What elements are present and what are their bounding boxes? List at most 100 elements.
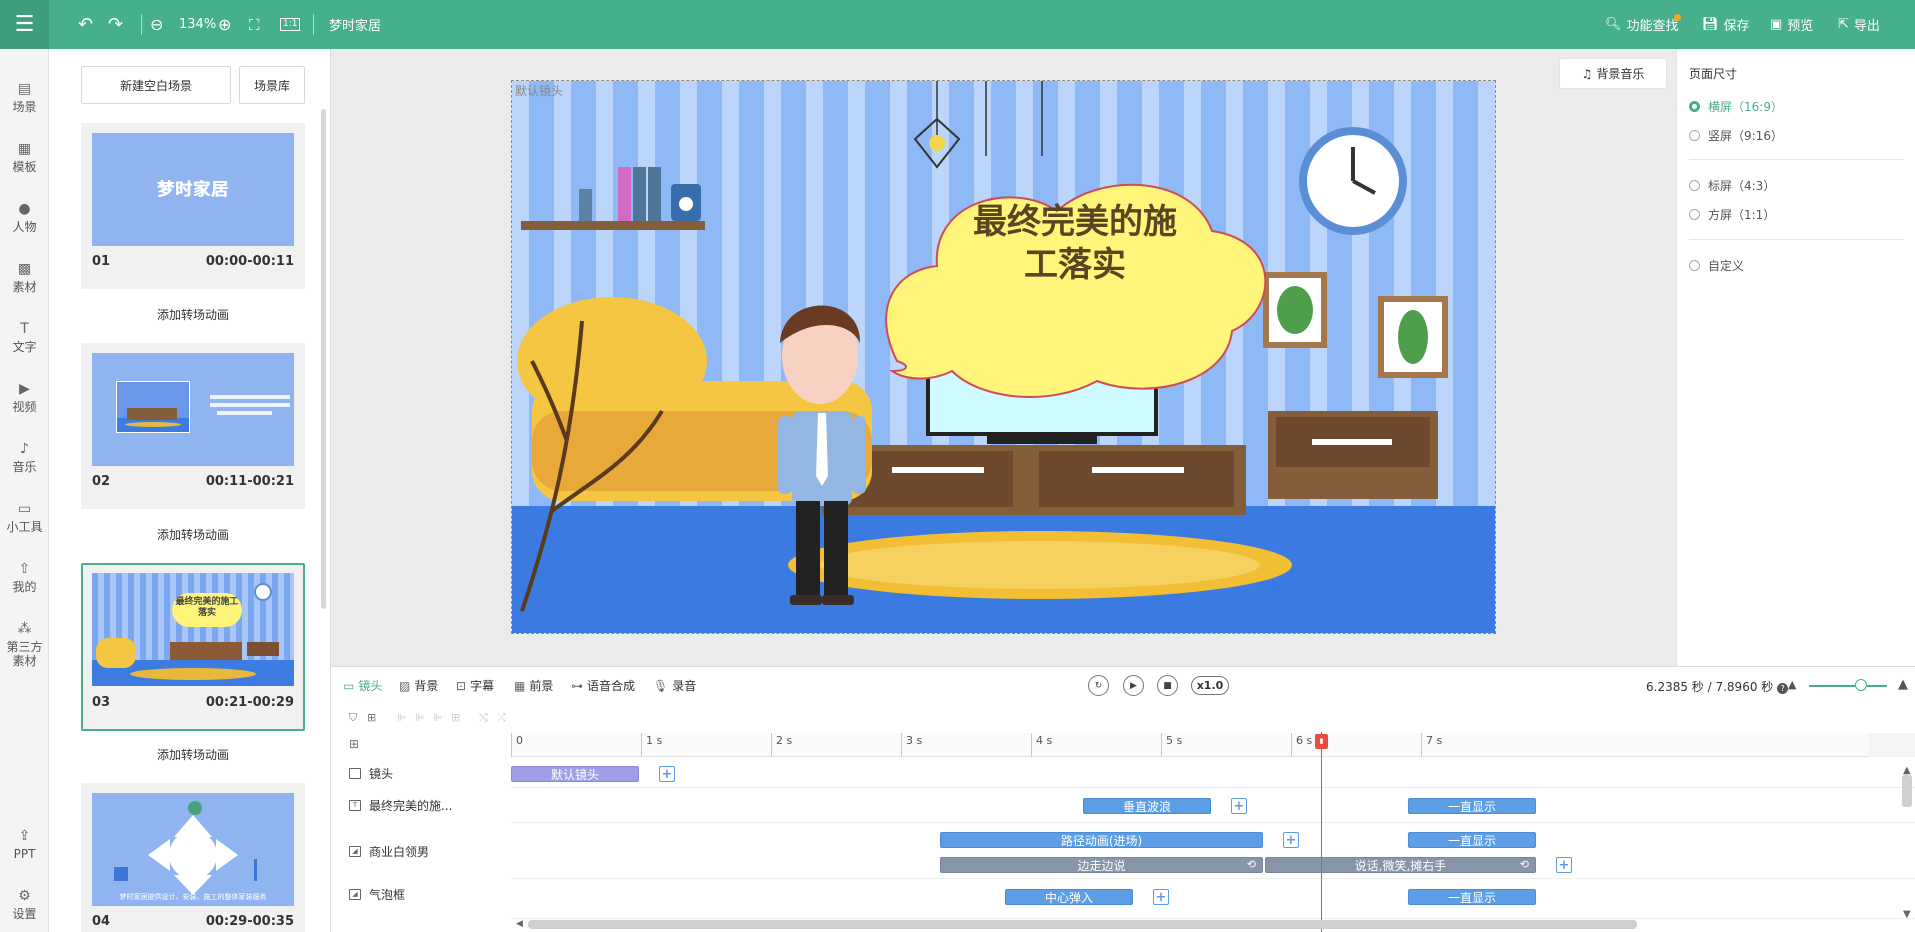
tab-foreground[interactable]: ▦ 前景: [514, 677, 553, 694]
page-size-option-custom[interactable]: 自定义: [1689, 257, 1744, 274]
play-icon[interactable]: ▶: [1123, 675, 1144, 696]
scene-panel-scrollbar[interactable]: [321, 109, 326, 609]
track-camera[interactable]: 镜头: [331, 758, 511, 788]
timeline-clip[interactable]: 边走边说 ⟲: [940, 857, 1263, 873]
fit-screen-icon[interactable]: ⛶: [249, 0, 260, 49]
sidebar-item-third-party[interactable]: ⁂ 第三方 素材: [0, 621, 49, 669]
scene-canvas[interactable]: 默认镜头 最终完美的施 工落实: [511, 80, 1496, 634]
actual-size-icon[interactable]: 1:1: [280, 0, 301, 49]
scroll-down-icon[interactable]: ▼: [1903, 909, 1911, 920]
timeline-vertical-scrollbar[interactable]: [1902, 775, 1912, 807]
page-size-option-4-3[interactable]: 标屏（4:3）: [1689, 177, 1775, 194]
add-animation-button[interactable]: +: [1556, 857, 1572, 873]
track-layers-icon[interactable]: ⊞: [349, 737, 359, 751]
loop-icon: ⟲: [1519, 858, 1529, 871]
third-party-icon: ⁂: [17, 621, 32, 637]
scene-card-02[interactable]: 02 00:11-00:21: [81, 343, 305, 509]
help-icon[interactable]: ?: [1777, 683, 1789, 694]
add-transition-link[interactable]: 添加转场动画: [81, 306, 305, 323]
timeline-clip[interactable]: 一直显示: [1408, 832, 1536, 848]
sidebar-item-scene[interactable]: ▤ 场景: [0, 82, 49, 115]
save-button[interactable]: 💾︎ 保存: [1702, 0, 1750, 49]
feature-search-button[interactable]: 🔍︎ 功能查找: [1605, 0, 1679, 49]
sidebar-item-mine[interactable]: ⇧ 我的: [0, 562, 49, 595]
add-animation-button[interactable]: +: [659, 766, 675, 782]
page-size-option-16-9[interactable]: 横屏（16:9）: [1689, 98, 1783, 115]
project-name[interactable]: 梦时家居: [329, 0, 381, 49]
tab-camera[interactable]: ▭ 镜头: [343, 677, 382, 694]
tab-tts[interactable]: ⊶ 语音合成: [571, 677, 635, 694]
zoom-out-icon[interactable]: ⊖: [150, 0, 163, 49]
timeline-clip[interactable]: 垂直波浪: [1083, 798, 1211, 814]
video-icon: ▶: [19, 381, 30, 397]
playhead-handle[interactable]: ▮: [1315, 734, 1328, 749]
track-character[interactable]: ◢ 商业白领男: [331, 823, 511, 879]
align-right-icon[interactable]: ⊫: [433, 711, 443, 724]
timeline-clip[interactable]: 路径动画(进场): [940, 832, 1263, 848]
sidebar-item-template[interactable]: ▦ 模板: [0, 142, 49, 175]
group-icon[interactable]: ⊞: [367, 711, 376, 724]
menu-icon[interactable]: ☰: [0, 0, 49, 49]
ruler-tick-label: 2 s: [771, 733, 792, 757]
sidebar-item-music[interactable]: ♪ 音乐: [0, 442, 49, 475]
add-transition-link[interactable]: 添加转场动画: [81, 526, 305, 543]
timeline-zoom-slider[interactable]: [1809, 685, 1887, 687]
timeline-ruler[interactable]: 0 1 s 2 s 3 s 4 s 5 s 6 s 7 s: [511, 733, 1915, 757]
scene-time: 00:00-00:11: [205, 254, 294, 269]
playback-speed[interactable]: x1.0: [1191, 676, 1229, 695]
add-animation-button[interactable]: +: [1283, 832, 1299, 848]
arrows-diagram: [114, 815, 257, 895]
ruler-tick-label: 4 s: [1031, 733, 1052, 757]
page-size-option-1-1[interactable]: 方屏（1:1）: [1689, 206, 1775, 223]
scene-card-01[interactable]: 梦时家居 01 00:00-00:11: [81, 123, 305, 289]
search-icon: 🔍︎: [1605, 17, 1622, 32]
tab-subtitle[interactable]: ⊡ 字幕: [456, 677, 494, 694]
add-animation-button[interactable]: +: [1153, 889, 1169, 905]
scene-card-04[interactable]: 梦时家居提供设计、安装、施工的整体家装服务 04 00:29-00:35: [81, 783, 305, 932]
align-left-icon[interactable]: ⊫: [397, 711, 407, 724]
new-blank-scene-button[interactable]: 新建空白场景: [81, 66, 231, 104]
sidebar-item-toolbox[interactable]: ▭ 小工具: [0, 502, 49, 535]
timeline-clip[interactable]: 一直显示: [1408, 889, 1536, 905]
page-size-option-9-16[interactable]: 竖屏（9:16）: [1689, 127, 1783, 144]
filter-icon[interactable]: ⛉: [349, 711, 357, 725]
sidebar-item-person[interactable]: ● 人物: [0, 202, 49, 235]
tab-background[interactable]: ▨ 背景: [399, 677, 438, 694]
export-button[interactable]: ⇱ 导出: [1838, 0, 1880, 49]
distribute-icon[interactable]: ⊞: [451, 711, 460, 724]
scene-card-03[interactable]: 最终完美的施工落实 03 00:21-00:29: [81, 563, 305, 731]
tab-record[interactable]: 🎙︎ 录音: [653, 677, 696, 694]
timeline-clip[interactable]: 一直显示: [1408, 798, 1536, 814]
scene-library-button[interactable]: 场景库: [239, 66, 305, 104]
zoom-in-timeline-icon[interactable]: ▲: [1898, 677, 1908, 692]
export-icon: ⇱: [1838, 17, 1849, 32]
undo-icon[interactable]: ↶: [78, 0, 93, 49]
sidebar-item-text[interactable]: T 文字: [0, 322, 49, 355]
playhead-line[interactable]: [1321, 732, 1322, 932]
preview-button[interactable]: ▣ 预览: [1770, 0, 1813, 49]
stop-icon[interactable]: ■: [1157, 675, 1178, 696]
image-track-icon: ◢: [349, 888, 361, 900]
zoom-in-icon[interactable]: ⊕: [218, 0, 231, 49]
split-icon[interactable]: ⤭: [479, 711, 488, 725]
sidebar-item-settings[interactable]: ⚙ 设置: [0, 889, 49, 922]
merge-icon[interactable]: ⤮: [497, 711, 506, 725]
track-text[interactable]: T 最终完美的施...: [331, 788, 511, 823]
scroll-left-icon[interactable]: ◀: [516, 919, 523, 929]
timeline-clip[interactable]: 说话,微笑,摊右手 ⟲: [1265, 857, 1536, 873]
sidebar-item-asset[interactable]: ▩ 素材: [0, 262, 49, 295]
timeline-clip[interactable]: 中心弹入: [1005, 889, 1133, 905]
replay-icon[interactable]: ↻: [1088, 675, 1109, 696]
sidebar-item-video[interactable]: ▶ 视频: [0, 381, 49, 415]
background-music-button[interactable]: ♫ 背景音乐: [1559, 58, 1667, 89]
track-bubble[interactable]: ◢ 气泡框: [331, 879, 511, 909]
add-transition-link[interactable]: 添加转场动画: [81, 746, 305, 763]
zoom-out-timeline-icon[interactable]: ▲: [1788, 678, 1796, 691]
align-center-icon[interactable]: ⊫: [415, 711, 425, 724]
timeline-horizontal-scrollbar[interactable]: [528, 920, 1637, 929]
sidebar-item-ppt[interactable]: ⇪ PPT: [0, 829, 49, 862]
timeline-clip[interactable]: 默认镜头: [511, 766, 639, 782]
timeline-zoom-knob[interactable]: [1855, 679, 1867, 691]
redo-icon[interactable]: ↷: [108, 0, 123, 49]
add-animation-button[interactable]: +: [1231, 798, 1247, 814]
